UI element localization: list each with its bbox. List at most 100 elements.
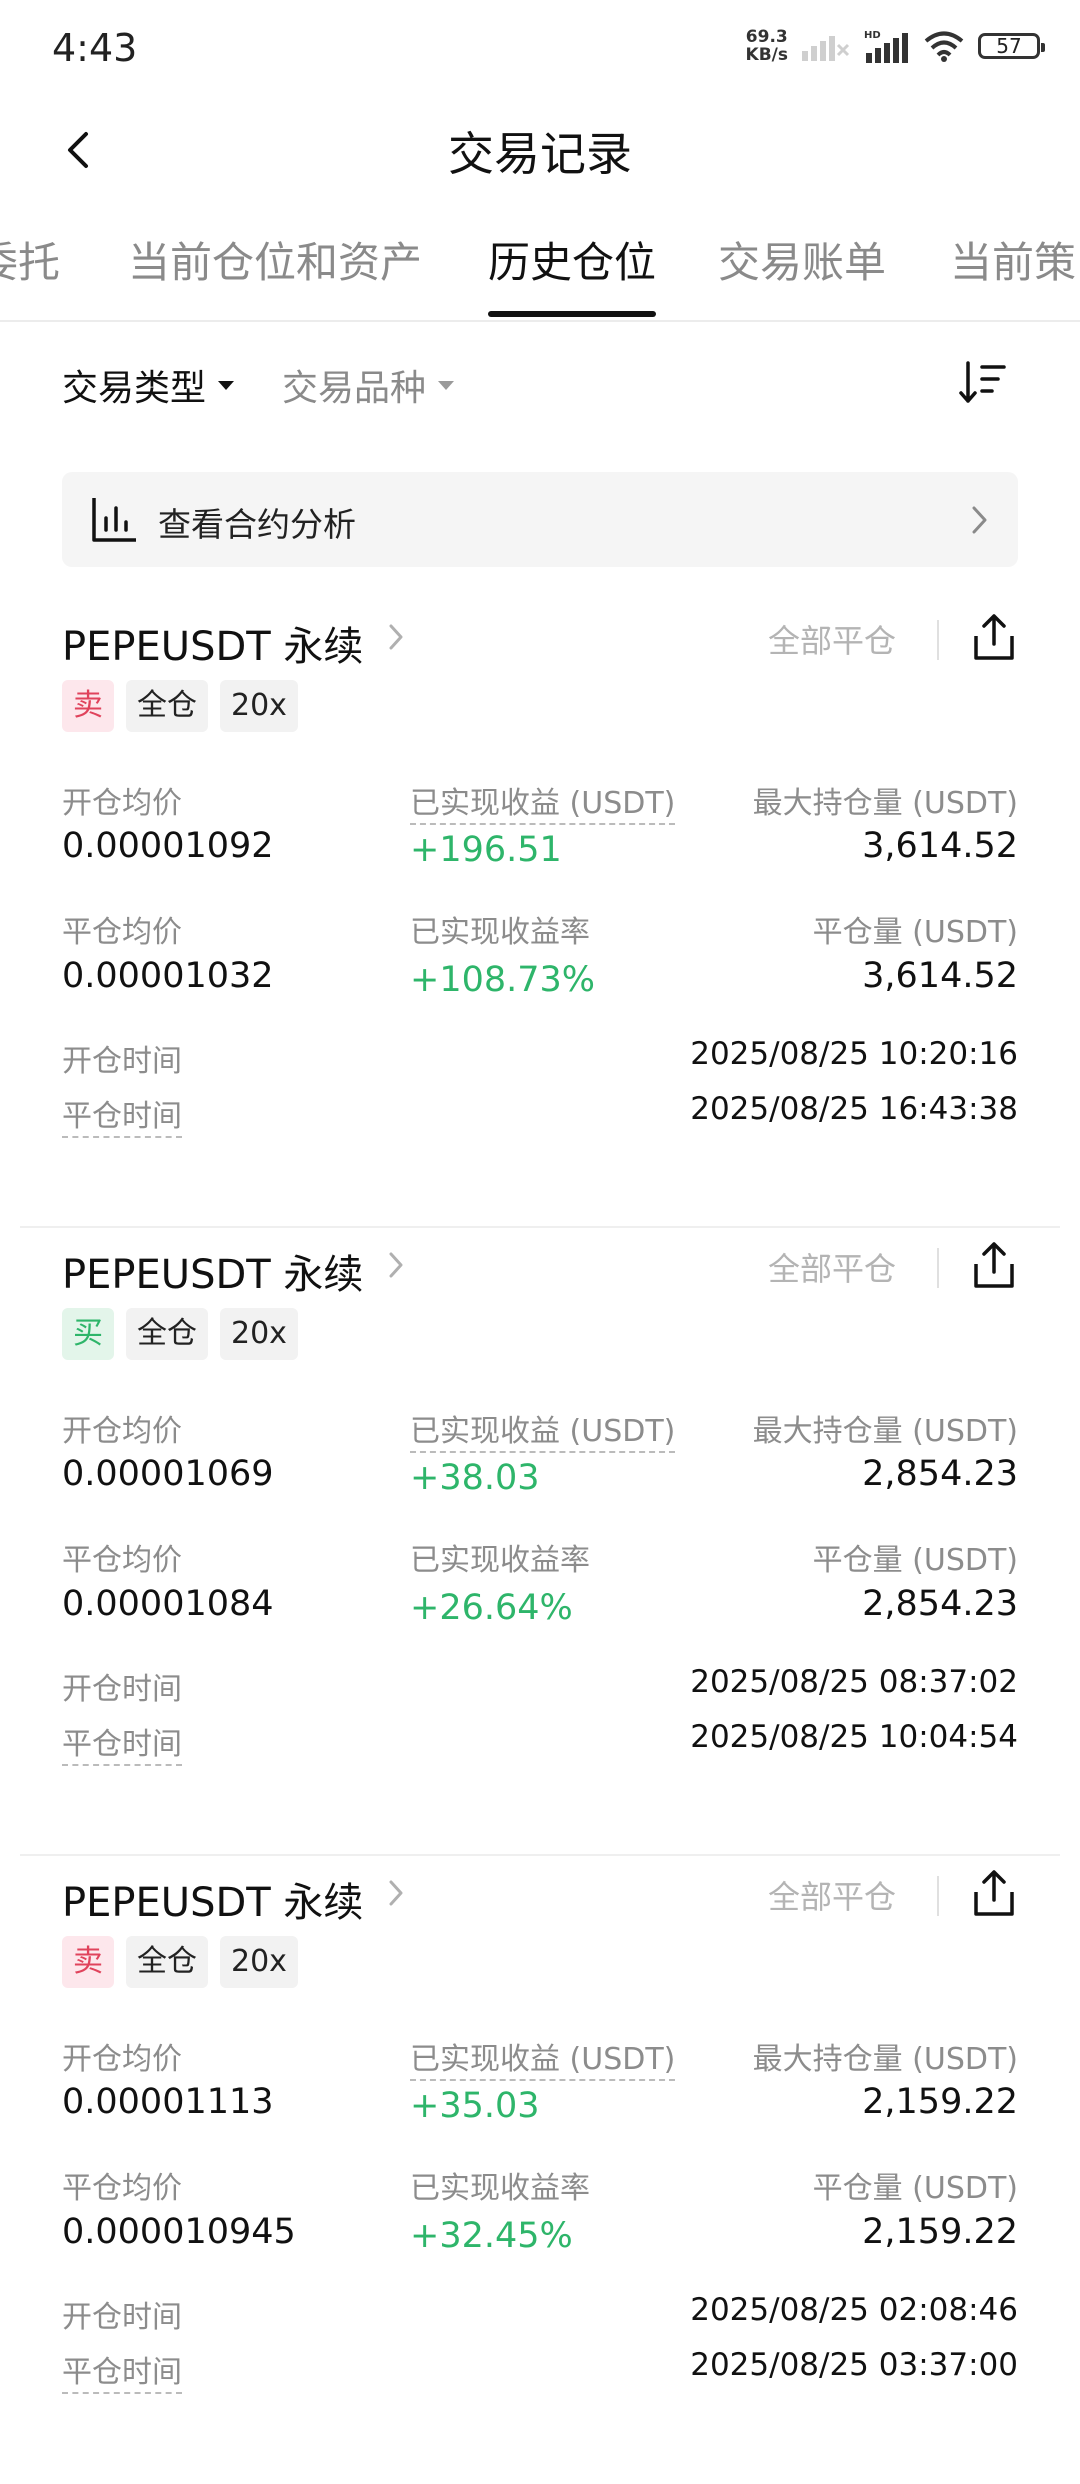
margin-mode-badge: 全仓	[126, 680, 208, 732]
tab-current-strategy[interactable]: 当前策	[950, 229, 1076, 290]
realized-pnl-rate-value: +32.45%	[410, 2216, 573, 2256]
realized-pnl-rate-value: +26.64%	[410, 1588, 573, 1628]
trade-type-filter[interactable]: 交易类型	[62, 359, 235, 411]
close-avg-value: 0.00001032	[62, 956, 274, 996]
close-time-value: 2025/08/25 10:04:54	[690, 1719, 1018, 1755]
realized-pnl-value: +38.03	[410, 1458, 540, 1498]
signal-icon	[802, 36, 850, 61]
max-position-value: 3,614.52	[862, 826, 1018, 866]
divider	[937, 1876, 939, 1916]
position-tags: 买 全仓 20x	[62, 1308, 298, 1360]
realized-pnl-label[interactable]: 已实现收益 (USDT)	[410, 2034, 676, 2081]
leverage-badge: 20x	[220, 1936, 298, 1988]
chevron-right-icon[interactable]	[386, 620, 406, 654]
close-avg-label: 平仓均价	[62, 1543, 182, 1578]
caret-down-icon	[218, 380, 235, 390]
chevron-right-icon[interactable]	[386, 1876, 406, 1910]
side-badge: 卖	[62, 680, 114, 732]
open-time-label: 开仓时间	[62, 1672, 182, 1707]
realized-pnl-value: +35.03	[410, 2086, 540, 2126]
tab-transaction-bill[interactable]: 交易账单	[718, 229, 886, 290]
filter-bar: 交易类型 交易品种	[0, 355, 1080, 415]
close-time-label[interactable]: 平仓时间	[62, 2347, 182, 2394]
close-avg-value: 0.000010945	[62, 2212, 296, 2252]
leverage-badge: 20x	[220, 680, 298, 732]
position-card: PEPEUSDT 永续 全部平仓 卖 全仓 20x 开仓均价 已实现收益 (US…	[0, 600, 1080, 1228]
chevron-right-icon	[972, 506, 987, 534]
max-position-value: 2,159.22	[862, 2082, 1018, 2122]
close-qty-label: 平仓量 (USDT)	[812, 1543, 1018, 1578]
open-avg-label: 开仓均价	[62, 786, 182, 821]
open-time-value: 2025/08/25 08:37:02	[690, 1664, 1018, 1700]
position-symbol[interactable]: PEPEUSDT 永续	[62, 1870, 363, 1928]
contract-analysis-label: 查看合约分析	[158, 505, 356, 544]
open-avg-value: 0.00001092	[62, 826, 274, 866]
close-time-label[interactable]: 平仓时间	[62, 1091, 182, 1138]
tab-bar: 委托 当前仓位和资产 历史仓位 交易账单 当前策	[0, 215, 1080, 322]
position-symbol[interactable]: PEPEUSDT 永续	[62, 1242, 363, 1300]
max-position-value: 2,854.23	[862, 1454, 1018, 1494]
position-symbol[interactable]: PEPEUSDT 永续	[62, 614, 363, 672]
realized-pnl-rate-label: 已实现收益率	[410, 2171, 590, 2206]
net-speed: 69.3 KB/s	[745, 27, 788, 65]
close-qty-value: 2,159.22	[862, 2212, 1018, 2252]
close-qty-value: 2,854.23	[862, 1584, 1018, 1624]
close-all-button[interactable]: 全部平仓	[768, 616, 896, 662]
sort-icon[interactable]	[958, 355, 1008, 411]
close-avg-value: 0.00001084	[62, 1584, 274, 1624]
chevron-right-icon[interactable]	[386, 1248, 406, 1282]
close-all-button[interactable]: 全部平仓	[768, 1244, 896, 1290]
contract-analysis-banner[interactable]: 查看合约分析	[62, 472, 1018, 567]
hd-signal-icon: HD	[864, 30, 908, 63]
side-badge: 买	[62, 1308, 114, 1360]
tab-orders[interactable]: 委托	[0, 229, 60, 290]
max-position-label: 最大持仓量 (USDT)	[752, 1414, 1018, 1449]
position-card: PEPEUSDT 永续 全部平仓 卖 全仓 20x 开仓均价 已实现收益 (US…	[0, 1856, 1080, 2484]
realized-pnl-label[interactable]: 已实现收益 (USDT)	[410, 778, 676, 825]
app-header: 交易记录	[0, 100, 1080, 200]
close-avg-label: 平仓均价	[62, 2171, 182, 2206]
share-icon[interactable]	[970, 610, 1018, 666]
share-icon[interactable]	[970, 1866, 1018, 1922]
open-avg-label: 开仓均价	[62, 2042, 182, 2077]
close-time-label[interactable]: 平仓时间	[62, 1719, 182, 1766]
instrument-filter[interactable]: 交易品种	[282, 359, 455, 411]
realized-pnl-label[interactable]: 已实现收益 (USDT)	[410, 1406, 676, 1453]
open-time-value: 2025/08/25 02:08:46	[690, 2292, 1018, 2328]
close-qty-value: 3,614.52	[862, 956, 1018, 996]
close-all-button[interactable]: 全部平仓	[768, 1872, 896, 1918]
close-avg-label: 平仓均价	[62, 915, 182, 950]
realized-pnl-rate-value: +108.73%	[410, 960, 596, 1000]
status-bar: 4:43 69.3 KB/s HD 57	[0, 0, 1080, 100]
close-time-value: 2025/08/25 03:37:00	[690, 2347, 1018, 2383]
max-position-label: 最大持仓量 (USDT)	[752, 786, 1018, 821]
svg-text:HD: HD	[864, 30, 881, 41]
realized-pnl-rate-label: 已实现收益率	[410, 915, 590, 950]
realized-pnl-rate-label: 已实现收益率	[410, 1543, 590, 1578]
open-avg-label: 开仓均价	[62, 1414, 182, 1449]
margin-mode-badge: 全仓	[126, 1308, 208, 1360]
divider	[937, 620, 939, 660]
active-tab-indicator	[488, 311, 656, 317]
tab-current-positions[interactable]: 当前仓位和资产	[128, 229, 422, 290]
realized-pnl-value: +196.51	[410, 830, 562, 870]
close-time-value: 2025/08/25 16:43:38	[690, 1091, 1018, 1127]
open-time-label: 开仓时间	[62, 1044, 182, 1079]
close-qty-label: 平仓量 (USDT)	[812, 915, 1018, 950]
share-icon[interactable]	[970, 1238, 1018, 1294]
open-avg-value: 0.00001069	[62, 1454, 274, 1494]
bar-chart-icon	[92, 498, 136, 542]
tab-position-history[interactable]: 历史仓位	[488, 229, 656, 290]
side-badge: 卖	[62, 1936, 114, 1988]
leverage-badge: 20x	[220, 1308, 298, 1360]
battery-icon: 57	[978, 33, 1045, 59]
open-time-value: 2025/08/25 10:20:16	[690, 1036, 1018, 1072]
open-time-label: 开仓时间	[62, 2300, 182, 2335]
status-time: 4:43	[52, 26, 138, 70]
max-position-label: 最大持仓量 (USDT)	[752, 2042, 1018, 2077]
position-card: PEPEUSDT 永续 全部平仓 买 全仓 20x 开仓均价 已实现收益 (US…	[0, 1228, 1080, 1856]
close-qty-label: 平仓量 (USDT)	[812, 2171, 1018, 2206]
page-title: 交易记录	[448, 127, 632, 181]
caret-down-icon	[438, 380, 455, 390]
status-icons: 69.3 KB/s HD 57	[745, 27, 1045, 65]
